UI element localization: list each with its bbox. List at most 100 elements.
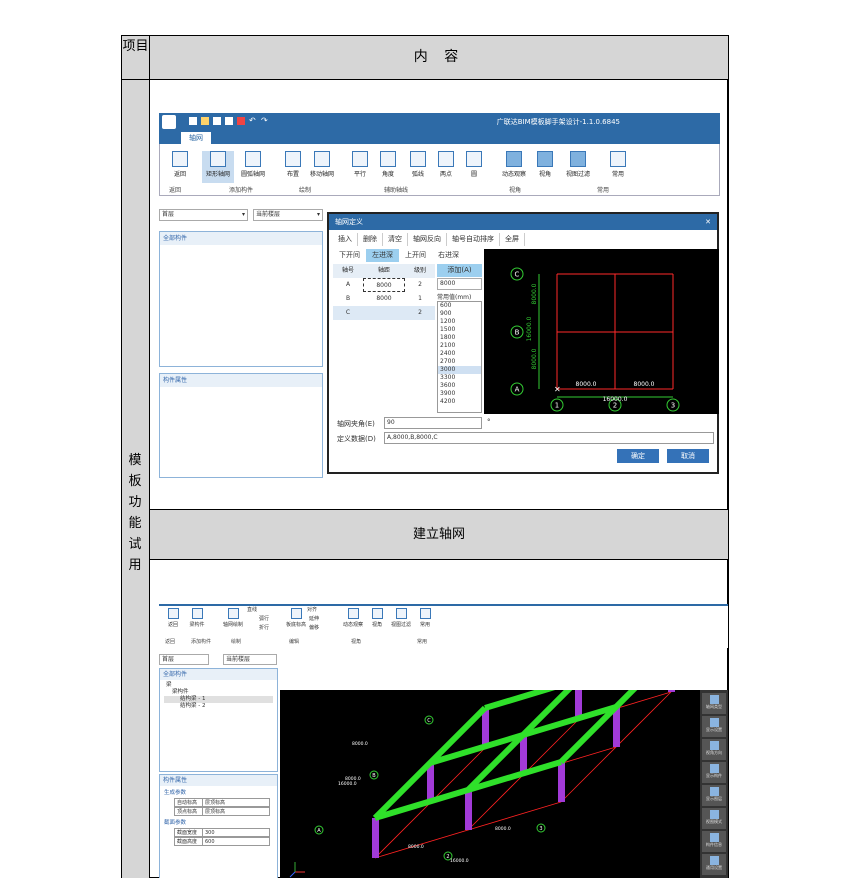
list-item[interactable]: 600	[438, 302, 481, 310]
tool-button[interactable]: 通用设置	[702, 854, 726, 875]
dialog-toolbar-button[interactable]: 插入	[333, 233, 358, 246]
definition-input[interactable]: A,8000,B,8000,C	[384, 432, 714, 444]
dialog-tab[interactable]: 上开间	[399, 249, 432, 262]
ribbon-button[interactable]: 矩形轴网	[202, 151, 234, 183]
redo-icon[interactable]: ↷	[261, 117, 269, 125]
table-cell[interactable]	[363, 306, 405, 320]
prop-row[interactable]: 顶点标高 层顶标高	[174, 807, 270, 816]
ribbon-button[interactable]: 折行	[259, 624, 269, 631]
list-item[interactable]: 2100	[438, 342, 481, 350]
ribbon-button[interactable]: 布置	[277, 151, 309, 183]
list-item[interactable]: 1200	[438, 318, 481, 326]
ribbon-button[interactable]: 动态观察	[498, 151, 530, 183]
ribbon-button[interactable]: 延伸	[309, 615, 319, 622]
new-icon[interactable]	[189, 117, 197, 125]
export-icon[interactable]	[237, 117, 245, 125]
dialog-toolbar-button[interactable]: 全屏	[500, 233, 525, 246]
prop-value[interactable]: 层顶标高	[203, 808, 225, 815]
list-item[interactable]: 3000	[438, 366, 481, 374]
ribbon-button[interactable]: 轴网绘制	[221, 608, 245, 628]
common-values-list[interactable]: 600 900 1200 1500 1800 2100 2400 2700 3000 3300 36…	[437, 301, 482, 413]
save-icon[interactable]	[213, 117, 221, 125]
tool-button[interactable]: 显示构件	[702, 762, 726, 783]
list-item[interactable]: 2700	[438, 358, 481, 366]
dialog-toolbar-button[interactable]: 删除	[358, 233, 383, 246]
ribbon-button[interactable]: 移动轴网	[306, 151, 338, 183]
ribbon-button[interactable]: 返回	[161, 608, 185, 628]
current-floor-select[interactable]: 当前楼层	[223, 654, 277, 665]
tool-button[interactable]: 视角方向	[702, 739, 726, 760]
table-cell[interactable]: 2	[405, 306, 435, 320]
dialog-tab[interactable]: 右进深	[432, 249, 465, 262]
tree-item[interactable]: 结构梁 - 1	[164, 696, 273, 703]
ribbon-button[interactable]: 视角	[529, 151, 561, 183]
print-icon[interactable]	[225, 117, 233, 125]
ribbon-label: 轴网绘制	[222, 622, 243, 628]
dialog-toolbar-button[interactable]: 轴号自动排序	[447, 233, 500, 246]
table-cell[interactable]: 2	[405, 278, 435, 292]
ribbon-button[interactable]: 动态观察	[341, 608, 365, 628]
dimension-label: 16000.0	[603, 396, 628, 403]
list-item[interactable]: 3300	[438, 374, 481, 382]
current-floor-select[interactable]: 当前楼层 ▾	[253, 209, 323, 221]
ribbon-button[interactable]: 圆弧轴网	[237, 151, 269, 183]
ribbon-button[interactable]: 视角	[365, 608, 389, 628]
ribbon-button[interactable]: 对齐	[307, 606, 317, 613]
list-item[interactable]: 900	[438, 310, 481, 318]
ribbon-icon	[245, 151, 261, 167]
ribbon-button[interactable]: 梁构件	[185, 608, 209, 628]
prop-row[interactable]: 截面高度 600	[174, 837, 270, 846]
ribbon-button[interactable]: 圆	[458, 151, 490, 183]
prop-value[interactable]: 600	[203, 838, 215, 845]
tool-button[interactable]: 构件信息	[702, 831, 726, 852]
ribbon-button[interactable]: 常用	[413, 608, 437, 628]
dialog-tab[interactable]: 下开间	[333, 249, 366, 262]
dialog-toolbar-button[interactable]: 轴网反向	[408, 233, 447, 246]
open-icon[interactable]	[201, 117, 209, 125]
floor-select[interactable]: 首层	[159, 654, 209, 665]
prop-row[interactable]: 自动标高 层顶标高	[174, 798, 270, 807]
ribbon-button[interactable]: 视图过滤	[389, 608, 413, 628]
ribbon-button[interactable]: 板底标高	[284, 608, 308, 628]
table-cell[interactable]: 8000	[363, 278, 405, 292]
tool-button[interactable]: 显示设置	[702, 716, 726, 737]
prop-value[interactable]: 300	[203, 829, 215, 836]
list-item[interactable]: 1800	[438, 334, 481, 342]
tree-item[interactable]: 结构梁 - 2	[164, 703, 273, 710]
tree-item[interactable]: 梁构件	[164, 689, 273, 696]
ok-button[interactable]: 确定	[617, 449, 659, 463]
ribbon-button[interactable]: 返回	[164, 151, 196, 183]
ribbon-button[interactable]: 弧行	[259, 615, 269, 622]
dialog-toolbar-button[interactable]: 清空	[383, 233, 408, 246]
ribbon-button[interactable]: 偏移	[309, 624, 319, 631]
add-button[interactable]: 添加(A)	[437, 264, 482, 277]
prop-row[interactable]: 截面宽度 300	[174, 828, 270, 837]
add-value-input[interactable]: 8000	[437, 278, 482, 290]
tool-button[interactable]: 显示图层	[702, 785, 726, 806]
table-row[interactable]: B 8000 1	[333, 292, 435, 306]
table-cell[interactable]: 8000	[363, 292, 405, 306]
tab-axis-grid[interactable]: 轴网	[181, 132, 211, 144]
tool-button[interactable]: 轴网类型	[702, 693, 726, 714]
tool-button[interactable]: 视图模式	[702, 808, 726, 829]
table-row[interactable]: A 8000 2	[333, 278, 435, 292]
list-item[interactable]: 4200	[438, 398, 481, 406]
list-item[interactable]: 3600	[438, 382, 481, 390]
list-item[interactable]: 1500	[438, 326, 481, 334]
ribbon-button[interactable]: 直线	[247, 606, 257, 613]
prop-value[interactable]: 层顶标高	[203, 799, 225, 806]
dialog-tab[interactable]: 左进深	[366, 249, 399, 262]
ribbon-button[interactable]: 角度	[372, 151, 404, 183]
ribbon-button[interactable]: 常用	[602, 151, 634, 183]
tree-item[interactable]: 梁	[164, 682, 273, 689]
cancel-button[interactable]: 取消	[667, 449, 709, 463]
close-icon[interactable]: ✕	[705, 214, 711, 230]
ribbon-label: 矩形轴网	[205, 171, 230, 178]
table-cell[interactable]: 1	[405, 292, 435, 306]
list-item[interactable]: 3900	[438, 390, 481, 398]
undo-icon[interactable]: ↶	[249, 117, 257, 125]
angle-input[interactable]: 90	[384, 417, 482, 429]
list-item[interactable]: 2400	[438, 350, 481, 358]
ribbon-button[interactable]: 视图过滤	[562, 151, 594, 183]
table-row[interactable]: C2	[333, 306, 435, 320]
